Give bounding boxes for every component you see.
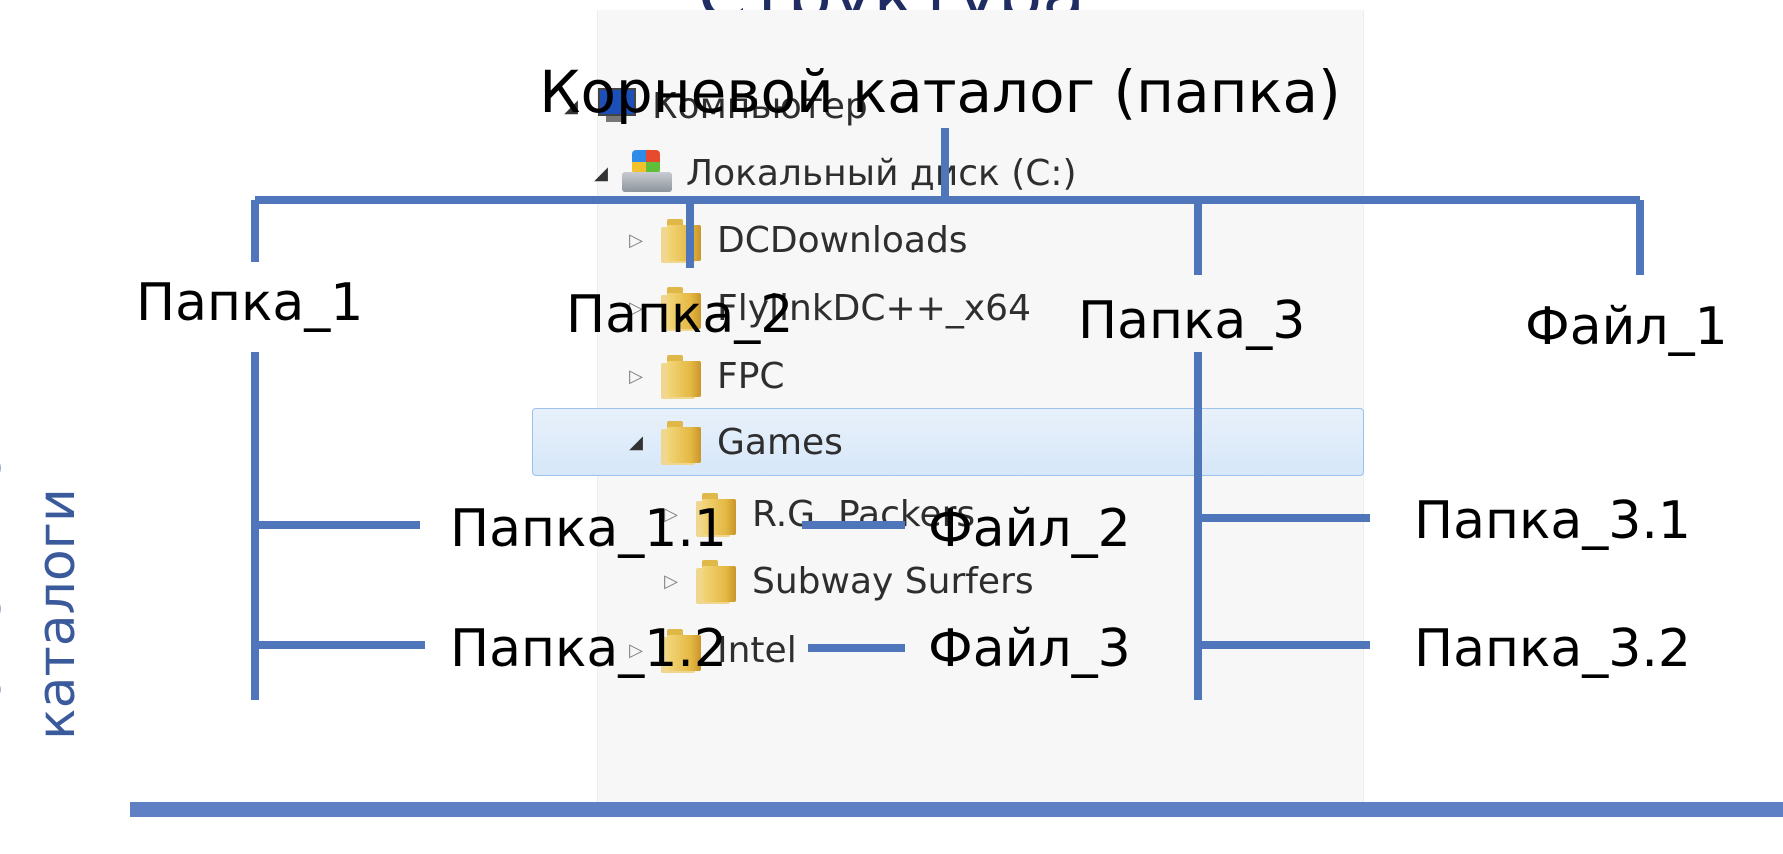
folder-1-1-label: Папка_1.1 (450, 499, 727, 559)
folder-3-1-label: Папка_3.1 (1414, 491, 1691, 551)
bottom-divider (130, 802, 1783, 817)
root-catalog-label: Корневой каталог (папка) (539, 58, 1341, 126)
file-3-label: Файл_3 (928, 619, 1131, 679)
file-2-label: Файл_2 (928, 499, 1131, 559)
nested-catalogs-caption: Вложенные каталоги (0, 453, 87, 775)
folder-2-label: Папка_2 (566, 285, 794, 345)
folder-3-label: Папка_3 (1078, 291, 1306, 351)
folder-3-2-label: Папка_3.2 (1414, 619, 1691, 679)
folder-1-2-label: Папка_1.2 (450, 619, 727, 679)
folder-1-label: Папка_1 (136, 273, 364, 333)
file-1-label: Файл_1 (1525, 297, 1728, 357)
